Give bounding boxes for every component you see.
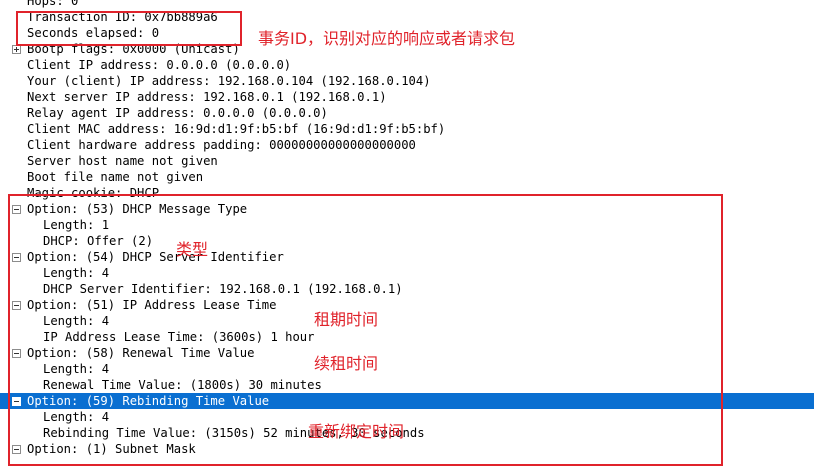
collapse-minus-icon[interactable]	[12, 397, 21, 406]
tree-row[interactable]: Transaction ID: 0x7bb889a6	[0, 9, 814, 25]
tree-row-label: Magic cookie: DHCP	[27, 186, 160, 200]
tree-row-label: Option: (51) IP Address Lease Time	[27, 298, 277, 312]
tree-row[interactable]: Option: (59) Rebinding Time Value	[0, 393, 814, 409]
tree-row-label: DHCP Server Identifier: 192.168.0.1 (192…	[43, 282, 403, 296]
lease-time-annotation: 租期时间	[314, 310, 379, 329]
tree-row[interactable]: Relay agent IP address: 0.0.0.0 (0.0.0.0…	[0, 105, 814, 121]
tree-row-label: Renewal Time Value: (1800s) 30 minutes	[43, 378, 322, 392]
collapse-minus-icon[interactable]	[12, 253, 21, 262]
tree-row-label: Length: 4	[43, 362, 110, 376]
tree-row-label: Option: (58) Renewal Time Value	[27, 346, 255, 360]
collapse-minus-icon[interactable]	[12, 205, 21, 214]
tree-row[interactable]: Hops: 0	[0, 0, 814, 9]
tree-row[interactable]: Boot file name not given	[0, 169, 814, 185]
tree-row-label: Your (client) IP address: 192.168.0.104 …	[27, 74, 431, 88]
tree-row[interactable]: Client hardware address padding: 0000000…	[0, 137, 814, 153]
tree-row-label: Length: 4	[43, 314, 110, 328]
tree-row[interactable]: Length: 4	[0, 361, 814, 377]
tree-row-label: Client IP address: 0.0.0.0 (0.0.0.0)	[27, 58, 292, 72]
packet-details-tree: Hops: 0 Transaction ID: 0x7bb889a6 Seconds…	[0, 0, 814, 457]
tree-row[interactable]: Magic cookie: DHCP	[0, 185, 814, 201]
tree-row-label: Client hardware address padding: 0000000…	[27, 138, 416, 152]
tree-row[interactable]: Length: 4	[0, 313, 814, 329]
tree-row-label: Option: (54) DHCP Server Identifier	[27, 250, 284, 264]
collapse-minus-icon[interactable]	[12, 301, 21, 310]
rebinding-time-annotation: 重新绑定时间	[308, 422, 405, 441]
message-type-annotation: 类型	[176, 240, 209, 259]
tree-row-label: Client MAC address: 16:9d:d1:9f:b5:bf (1…	[27, 122, 446, 136]
tree-row[interactable]: Option: (1) Subnet Mask	[0, 441, 814, 457]
tree-row-label: Bootp flags: 0x0000 (Unicast)	[27, 42, 240, 56]
tree-row[interactable]: Your (client) IP address: 192.168.0.104 …	[0, 73, 814, 89]
tree-row[interactable]: Length: 1	[0, 217, 814, 233]
tree-row-label: Hops: 0	[27, 0, 79, 8]
tree-row[interactable]: Option: (51) IP Address Lease Time	[0, 297, 814, 313]
tree-row-label: DHCP: Offer (2)	[43, 234, 154, 248]
expand-plus-icon[interactable]	[12, 45, 21, 54]
tree-row[interactable]: DHCP: Offer (2)	[0, 233, 814, 249]
tree-row-label: Boot file name not given	[27, 170, 204, 184]
tree-row[interactable]: Option: (54) DHCP Server Identifier	[0, 249, 814, 265]
tree-row[interactable]: Option: (58) Renewal Time Value	[0, 345, 814, 361]
tree-row-label: Length: 4	[43, 410, 110, 424]
tree-row-label: Next server IP address: 192.168.0.1 (192…	[27, 90, 387, 104]
tree-row[interactable]: Length: 4	[0, 409, 814, 425]
tree-row[interactable]: Renewal Time Value: (1800s) 30 minutes	[0, 377, 814, 393]
collapse-minus-icon[interactable]	[12, 349, 21, 358]
collapse-minus-icon[interactable]	[12, 445, 21, 454]
tree-row-label: Option: (59) Rebinding Time Value	[27, 394, 270, 408]
tree-row-label: Option: (1) Subnet Mask	[27, 442, 196, 456]
tree-row-label: IP Address Lease Time: (3600s) 1 hour	[43, 330, 315, 344]
tree-row[interactable]: Next server IP address: 192.168.0.1 (192…	[0, 89, 814, 105]
renewal-time-annotation: 续租时间	[314, 354, 379, 373]
tree-row-label: Option: (53) DHCP Message Type	[27, 202, 248, 216]
tree-row[interactable]: IP Address Lease Time: (3600s) 1 hour	[0, 329, 814, 345]
tree-row[interactable]: Client IP address: 0.0.0.0 (0.0.0.0)	[0, 57, 814, 73]
tree-row[interactable]: Option: (53) DHCP Message Type	[0, 201, 814, 217]
tree-row-label: Transaction ID: 0x7bb889a6	[27, 10, 218, 24]
tree-row-label: Length: 1	[43, 218, 110, 232]
tree-row[interactable]: Server host name not given	[0, 153, 814, 169]
tree-row[interactable]: Rebinding Time Value: (3150s) 52 minutes…	[0, 425, 814, 441]
tree-row[interactable]: Length: 4	[0, 265, 814, 281]
tree-row-label: Length: 4	[43, 266, 110, 280]
tree-row-label: Relay agent IP address: 0.0.0.0 (0.0.0.0…	[27, 106, 328, 120]
tree-row-label: Seconds elapsed: 0	[27, 26, 160, 40]
tree-row-label: Server host name not given	[27, 154, 218, 168]
tree-row[interactable]: DHCP Server Identifier: 192.168.0.1 (192…	[0, 281, 814, 297]
transaction-id-annotation: 事务ID，识别对应的响应或者请求包	[258, 29, 516, 48]
tree-row[interactable]: Client MAC address: 16:9d:d1:9f:b5:bf (1…	[0, 121, 814, 137]
